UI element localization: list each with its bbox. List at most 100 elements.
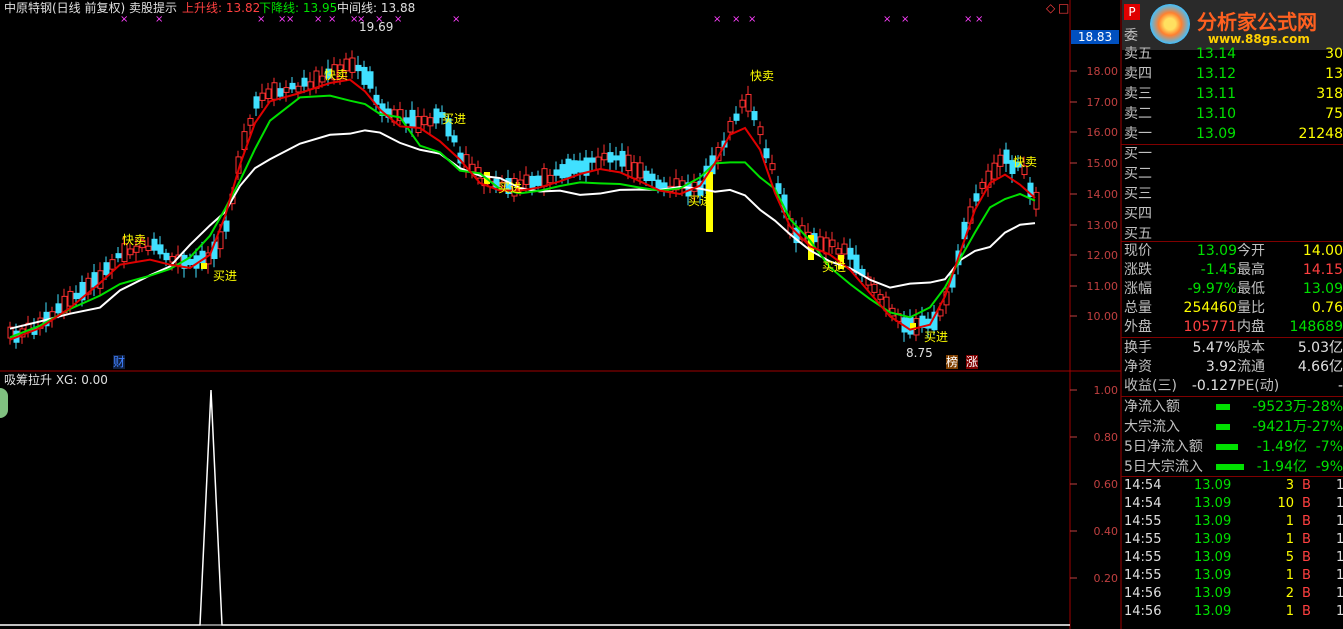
down-line — [9, 94, 1036, 339]
tick-side: B — [1302, 568, 1311, 583]
candle-body — [265, 88, 272, 100]
fund-flow-bar — [1216, 464, 1244, 470]
candle-body — [997, 154, 1004, 167]
candle-body — [367, 71, 374, 89]
price-tick-label: 14.00 — [1087, 188, 1119, 201]
limit-up-marker[interactable]: 涨 — [966, 355, 979, 369]
indicator-tick-label: 1.00 — [1094, 384, 1119, 397]
quote-value: 148689 — [1289, 319, 1343, 335]
order-label: 卖一 — [1124, 126, 1152, 142]
tick-price: 13.09 — [1194, 586, 1232, 601]
price-tick-label: 16.00 — [1087, 126, 1119, 139]
tick-price: 13.09 — [1194, 568, 1232, 583]
fund-flow-pct: -27% — [1306, 419, 1343, 435]
order-price: 13.12 — [1196, 66, 1237, 82]
left-ruler — [0, 50, 4, 170]
quote-label: 最高 — [1237, 262, 1265, 278]
tick-price: 13.09 — [1194, 496, 1232, 511]
order-volume: 21248 — [1298, 126, 1343, 142]
candle-body — [979, 181, 986, 189]
order-label: 买三 — [1124, 186, 1152, 202]
candle-body — [433, 108, 440, 124]
indicator-line — [0, 389, 1070, 626]
candle-body — [115, 253, 122, 259]
flower-icon — [1150, 4, 1190, 44]
quote-label: 股本 — [1237, 340, 1265, 356]
candle-body — [631, 162, 638, 179]
fund-flow-label: 净流入额 — [1124, 399, 1180, 415]
price-tick-label: 18.00 — [1087, 65, 1119, 78]
candle-body — [589, 157, 596, 163]
signal-x-marker: × — [713, 14, 721, 25]
indicator-tick-label: 0.80 — [1094, 431, 1119, 444]
candle-body — [577, 160, 584, 173]
tick-side: B — [1302, 496, 1311, 511]
quote-label: 收益(三) — [1124, 378, 1177, 394]
fund-flow-bar — [1216, 444, 1238, 450]
buy-signal: 买进 — [924, 330, 949, 344]
order-volume: 318 — [1316, 86, 1343, 102]
candle-body — [535, 175, 542, 186]
quote-value: 105771 — [1183, 319, 1237, 335]
candle-body — [547, 174, 554, 184]
tick-volume: 5 — [1285, 550, 1294, 565]
tick-price: 13.09 — [1194, 532, 1232, 547]
high-price-label: 19.69 — [359, 20, 394, 34]
candle-body — [595, 156, 602, 170]
order-label: 买一 — [1124, 146, 1152, 162]
order-label: 买四 — [1124, 206, 1152, 222]
close-icon[interactable]: □ — [1058, 1, 1069, 15]
quote-label: 最低 — [1237, 281, 1265, 297]
quote-value: -9.97% — [1187, 281, 1237, 297]
signal-x-marker: × — [328, 14, 336, 25]
quote-label: 换手 — [1124, 340, 1152, 356]
candle-body — [313, 70, 320, 89]
candle-body — [871, 283, 878, 293]
signal-x-marker: × — [155, 14, 163, 25]
candle-body — [643, 170, 650, 182]
order-price: 13.11 — [1196, 86, 1237, 102]
candle-body — [223, 220, 230, 232]
fund-flow-label: 5日大宗流入 — [1124, 459, 1203, 475]
buy-signal: 买进 — [213, 269, 238, 283]
ranking-marker[interactable]: 榜 — [946, 355, 959, 369]
buy-bar — [201, 263, 207, 269]
candle-body — [655, 179, 662, 190]
scroll-handle-icon[interactable] — [0, 388, 8, 418]
signal-x-marker: × — [883, 14, 891, 25]
quote-label: 现价 — [1124, 243, 1152, 259]
current-price-tag: 18.83 — [1071, 30, 1119, 44]
quote-value: 4.66亿 — [1297, 359, 1343, 375]
sell-signal: 快卖 — [324, 68, 349, 82]
divider — [1121, 144, 1343, 145]
tick-price: 13.09 — [1194, 514, 1232, 529]
diamond-icon[interactable]: ◇ — [1046, 1, 1055, 15]
candle-body — [607, 152, 614, 163]
quote-label: 流通 — [1237, 359, 1265, 375]
candle-body — [355, 64, 362, 72]
tick-time: 14:56 — [1124, 604, 1162, 619]
candle-body — [247, 117, 254, 126]
tick-time: 14:55 — [1124, 550, 1162, 565]
brand-letter: P — [1124, 4, 1140, 20]
tick-time: 14:54 — [1124, 496, 1162, 511]
order-label: 买二 — [1124, 166, 1152, 182]
candle-body — [133, 245, 140, 253]
candle-body — [973, 193, 980, 202]
finance-marker[interactable]: 财 — [113, 355, 126, 369]
candle-body — [553, 169, 560, 176]
top-markers: × × × × × × × ×× × × × × × × × × × × — [120, 14, 983, 25]
candle-body — [523, 174, 530, 185]
candle-body — [295, 85, 302, 93]
fund-flow-value: -1.94亿 — [1256, 459, 1307, 475]
signal-x-marker: × — [964, 14, 972, 25]
indicator-tick-label: 0.40 — [1094, 525, 1119, 538]
price-tick-label: 12.00 — [1087, 249, 1119, 262]
candle-body — [97, 270, 104, 289]
quote-value: 254460 — [1183, 300, 1237, 316]
divider — [1121, 396, 1343, 397]
tick-side: B — [1302, 478, 1311, 493]
indicator-axis: 1.00 0.80 0.60 0.40 0.20 — [1070, 384, 1118, 585]
price-tick-label: 11.00 — [1087, 280, 1119, 293]
signal-x-marker: × — [257, 14, 265, 25]
